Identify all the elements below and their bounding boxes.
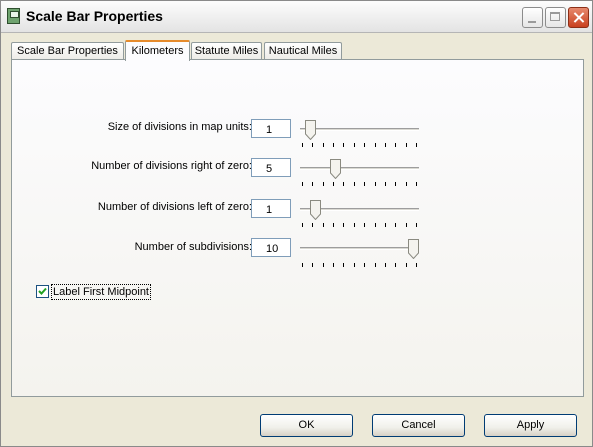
slider-tick [385, 182, 386, 186]
slider-tick [364, 143, 365, 147]
slider-tick [312, 223, 313, 227]
slider-tick [395, 182, 396, 186]
subdivisions-slider-track[interactable] [300, 247, 419, 250]
slider-tick [333, 182, 334, 186]
slider-tick [323, 182, 324, 186]
size-of-divisions-slider-thumb[interactable] [305, 120, 317, 140]
slider-tick [302, 223, 303, 227]
slider-tick [343, 143, 344, 147]
divisions-right-input[interactable] [251, 158, 291, 177]
ok-button[interactable]: OK [260, 414, 353, 437]
label-first-midpoint-checkbox[interactable] [36, 285, 49, 298]
divisions-left-slider-thumb[interactable] [309, 200, 321, 220]
tab-nautical-miles[interactable]: Nautical Miles [264, 42, 342, 60]
slider-tick [343, 182, 344, 186]
slider-tick [302, 182, 303, 186]
tab-panel-kilometers: Size of divisions in map units: Number o… [11, 59, 584, 397]
divisions-right-label: Number of divisions right of zero: [91, 160, 252, 172]
divisions-left-input[interactable] [251, 199, 291, 218]
slider-tick [375, 182, 376, 186]
slider-tick [406, 182, 407, 186]
slider-tick [302, 143, 303, 147]
divisions-right-slider-thumb[interactable] [330, 159, 342, 179]
slider-tick [364, 182, 365, 186]
check-icon [38, 287, 47, 295]
size-of-divisions-label: Size of divisions in map units: [107, 121, 252, 133]
slider-tick [343, 263, 344, 267]
divisions-right-slider-ticks [302, 182, 417, 186]
slider-tick [333, 223, 334, 227]
slider-tick [302, 263, 303, 267]
size-of-divisions-slider-track[interactable] [300, 128, 419, 131]
slider-tick [406, 223, 407, 227]
slider-tick [375, 263, 376, 267]
subdivisions-slider-thumb[interactable] [408, 239, 419, 259]
close-icon[interactable] [568, 7, 589, 28]
slider-tick [385, 263, 386, 267]
slider-tick [323, 223, 324, 227]
label-first-midpoint-label[interactable]: Label First Midpoint [51, 284, 151, 300]
slider-tick [333, 263, 334, 267]
window-title: Scale Bar Properties [26, 8, 163, 24]
tab-scale-bar-properties[interactable]: Scale Bar Properties [11, 42, 124, 60]
slider-tick [354, 143, 355, 147]
cancel-button[interactable]: Cancel [372, 414, 465, 437]
slider-tick [364, 223, 365, 227]
slider-tick [416, 143, 417, 147]
dialog-window: Scale Bar Properties Scale Bar Propertie… [0, 0, 593, 447]
size-of-divisions-input[interactable] [251, 119, 291, 138]
slider-tick [343, 223, 344, 227]
divisions-left-slider-ticks [302, 223, 417, 227]
divisions-right-slider-track[interactable] [300, 167, 419, 170]
divisions-left-label: Number of divisions left of zero: [97, 201, 252, 213]
slider-tick [354, 263, 355, 267]
tab-statute-miles[interactable]: Statute Miles [191, 42, 262, 60]
map-window-icon [7, 8, 20, 24]
slider-tick [375, 223, 376, 227]
slider-tick [312, 182, 313, 186]
subdivisions-label: Number of subdivisions: [134, 241, 252, 253]
slider-tick [395, 143, 396, 147]
slider-tick [354, 182, 355, 186]
slider-tick [333, 143, 334, 147]
slider-tick [406, 263, 407, 267]
title-bar[interactable]: Scale Bar Properties [1, 1, 592, 33]
subdivisions-slider-ticks [302, 263, 417, 267]
minimize-icon[interactable] [522, 7, 543, 28]
slider-tick [354, 223, 355, 227]
slider-tick [406, 143, 407, 147]
slider-tick [416, 182, 417, 186]
slider-tick [364, 263, 365, 267]
maximize-icon[interactable] [545, 7, 566, 28]
slider-tick [312, 263, 313, 267]
slider-tick [323, 143, 324, 147]
slider-tick [395, 223, 396, 227]
apply-button[interactable]: Apply [484, 414, 577, 437]
slider-tick [323, 263, 324, 267]
slider-tick [375, 143, 376, 147]
slider-tick [416, 223, 417, 227]
slider-tick [385, 143, 386, 147]
slider-tick [385, 223, 386, 227]
slider-tick [312, 143, 313, 147]
tab-kilometers[interactable]: Kilometers [125, 40, 190, 61]
size-of-divisions-slider-ticks [302, 143, 417, 147]
slider-tick [395, 263, 396, 267]
subdivisions-input[interactable] [251, 238, 291, 257]
slider-tick [416, 263, 417, 267]
